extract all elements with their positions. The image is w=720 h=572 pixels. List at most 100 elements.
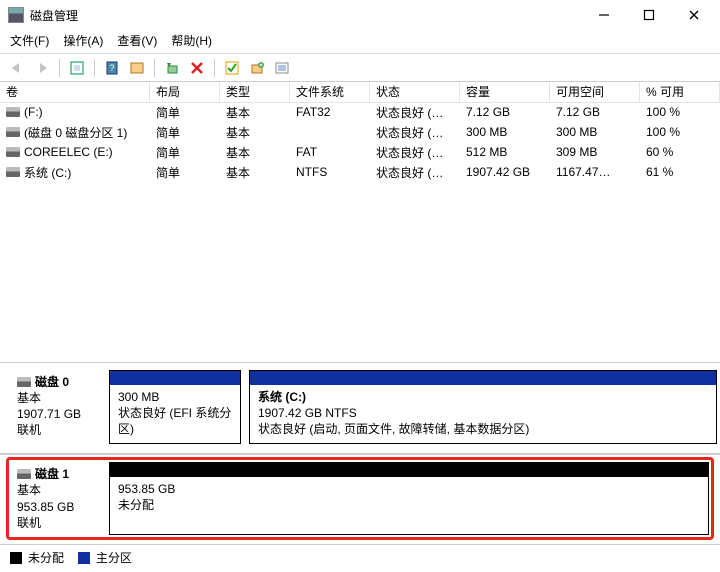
cell-fs xyxy=(290,130,370,134)
cell-type: 基本 xyxy=(220,142,290,163)
partition-size: 953.85 GB xyxy=(118,481,700,497)
col-volume[interactable]: 卷 xyxy=(0,82,150,103)
disk-partitions: 300 MB状态良好 (EFI 系统分区)系统 (C:)1907.42 GB N… xyxy=(109,370,709,445)
partition-status: 状态良好 (启动, 页面文件, 故障转储, 基本数据分区) xyxy=(258,421,708,437)
list-button[interactable] xyxy=(271,57,293,79)
toolbar: ? xyxy=(0,54,720,82)
menu-help[interactable]: 帮助(H) xyxy=(171,32,212,49)
cell-status: 状态良好 (… xyxy=(370,162,460,183)
disk-pane[interactable]: 磁盘 1基本953.85 GB联机953.85 GB未分配 xyxy=(6,457,714,540)
cell-volume: 系统 (C:) xyxy=(0,162,150,183)
forward-button xyxy=(31,57,53,79)
cell-fs: FAT32 xyxy=(290,103,370,121)
disk-size: 953.85 GB xyxy=(17,499,103,515)
volume-list-header: 卷 布局 类型 文件系统 状态 容量 可用空间 % 可用 xyxy=(0,82,720,102)
disk-size: 1907.71 GB xyxy=(17,406,103,422)
toolbar-separator xyxy=(154,59,155,77)
back-button xyxy=(6,57,28,79)
cell-pctfree: 61 % xyxy=(640,163,720,181)
toolbar-separator xyxy=(59,59,60,77)
partition-status: 未分配 xyxy=(118,497,700,513)
drive-icon xyxy=(6,147,20,157)
col-free[interactable]: 可用空间 xyxy=(550,82,640,103)
cell-status: 状态良好 (… xyxy=(370,122,460,143)
title-bar: 磁盘管理 xyxy=(0,0,720,30)
partition-size: 300 MB xyxy=(118,389,232,405)
table-row[interactable]: 系统 (C:)简单基本NTFS状态良好 (…1907.42 GB1167.47…… xyxy=(0,162,720,182)
toolbar-separator xyxy=(214,59,215,77)
legend-unalloc-label: 未分配 xyxy=(28,549,64,566)
partition-primary[interactable]: 系统 (C:)1907.42 GB NTFS状态良好 (启动, 页面文件, 故障… xyxy=(249,370,717,445)
cell-volume: COREELEC (E:) xyxy=(0,143,150,161)
col-pctfree[interactable]: % 可用 xyxy=(640,82,720,103)
partition-unallocated[interactable]: 953.85 GB未分配 xyxy=(109,462,709,535)
cell-type: 基本 xyxy=(220,122,290,143)
col-layout[interactable]: 布局 xyxy=(150,82,220,103)
close-button[interactable] xyxy=(671,1,716,29)
new-button[interactable] xyxy=(246,57,268,79)
table-row[interactable]: COREELEC (E:)简单基本FAT状态良好 (…512 MB309 MB6… xyxy=(0,142,720,162)
minimize-button[interactable] xyxy=(581,1,626,29)
disk-name: 磁盘 0 xyxy=(35,374,69,390)
disk-pane[interactable]: 磁盘 0基本1907.71 GB联机300 MB状态良好 (EFI 系统分区)系… xyxy=(6,365,714,450)
window-title: 磁盘管理 xyxy=(30,7,78,24)
maximize-button[interactable] xyxy=(626,1,671,29)
partition-band xyxy=(110,371,240,385)
disk-info: 磁盘 1基本953.85 GB联机 xyxy=(11,462,109,535)
col-type[interactable]: 类型 xyxy=(220,82,290,103)
delete-button[interactable] xyxy=(186,57,208,79)
cell-capacity: 512 MB xyxy=(460,143,550,161)
volume-rows: (F:)简单基本FAT32状态良好 (…7.12 GB7.12 GB100 %(… xyxy=(0,102,720,252)
svg-text:?: ? xyxy=(109,63,114,73)
cell-layout: 简单 xyxy=(150,122,220,143)
app-icon xyxy=(8,7,24,23)
toolbar-separator xyxy=(94,59,95,77)
table-row[interactable]: (磁盘 0 磁盘分区 1)简单基本状态良好 (…300 MB300 MB100 … xyxy=(0,122,720,142)
disk-map: 磁盘 0基本1907.71 GB联机300 MB状态良好 (EFI 系统分区)系… xyxy=(0,363,720,544)
cell-layout: 简单 xyxy=(150,142,220,163)
partition-name: 系统 (C:) xyxy=(258,389,708,405)
partition-status: 状态良好 (EFI 系统分区) xyxy=(118,405,232,437)
partition-primary[interactable]: 300 MB状态良好 (EFI 系统分区) xyxy=(109,370,241,445)
disk-state: 联机 xyxy=(17,515,103,531)
legend-primary-label: 主分区 xyxy=(96,549,132,566)
menu-file[interactable]: 文件(F) xyxy=(10,32,49,49)
cell-layout: 简单 xyxy=(150,102,220,123)
table-row[interactable]: (F:)简单基本FAT32状态良好 (…7.12 GB7.12 GB100 % xyxy=(0,102,720,122)
col-capacity[interactable]: 容量 xyxy=(460,82,550,103)
partition-band xyxy=(110,463,708,477)
help-button[interactable]: ? xyxy=(101,57,123,79)
action1-button[interactable] xyxy=(161,57,183,79)
cell-layout: 简单 xyxy=(150,162,220,183)
drive-icon xyxy=(6,127,20,137)
menu-view[interactable]: 查看(V) xyxy=(117,32,157,49)
cell-free: 7.12 GB xyxy=(550,103,640,121)
cell-capacity: 300 MB xyxy=(460,123,550,141)
cell-free: 309 MB xyxy=(550,143,640,161)
cell-pctfree: 60 % xyxy=(640,143,720,161)
cell-fs: FAT xyxy=(290,143,370,161)
cell-status: 状态良好 (… xyxy=(370,102,460,123)
partition-band xyxy=(250,371,716,385)
disk-type: 基本 xyxy=(17,482,103,498)
col-status[interactable]: 状态 xyxy=(370,82,460,103)
col-fs[interactable]: 文件系统 xyxy=(290,82,370,103)
disk-icon xyxy=(17,469,31,479)
cell-type: 基本 xyxy=(220,162,290,183)
legend-swatch-unalloc xyxy=(10,552,22,564)
check-button[interactable] xyxy=(221,57,243,79)
disk-type: 基本 xyxy=(17,390,103,406)
cell-volume: (F:) xyxy=(0,103,150,121)
settings-button[interactable] xyxy=(126,57,148,79)
cell-pctfree: 100 % xyxy=(640,103,720,121)
disk-icon xyxy=(17,377,31,387)
menu-bar: 文件(F) 操作(A) 查看(V) 帮助(H) xyxy=(0,30,720,54)
cell-free: 300 MB xyxy=(550,123,640,141)
disk-state: 联机 xyxy=(17,422,103,438)
disk-partitions: 953.85 GB未分配 xyxy=(109,462,709,535)
menu-action[interactable]: 操作(A) xyxy=(63,32,103,49)
drive-icon xyxy=(6,107,20,117)
cell-status: 状态良好 (… xyxy=(370,142,460,163)
refresh-button[interactable] xyxy=(66,57,88,79)
volume-list[interactable]: 卷 布局 类型 文件系统 状态 容量 可用空间 % 可用 (F:)简单基本FAT… xyxy=(0,82,720,363)
